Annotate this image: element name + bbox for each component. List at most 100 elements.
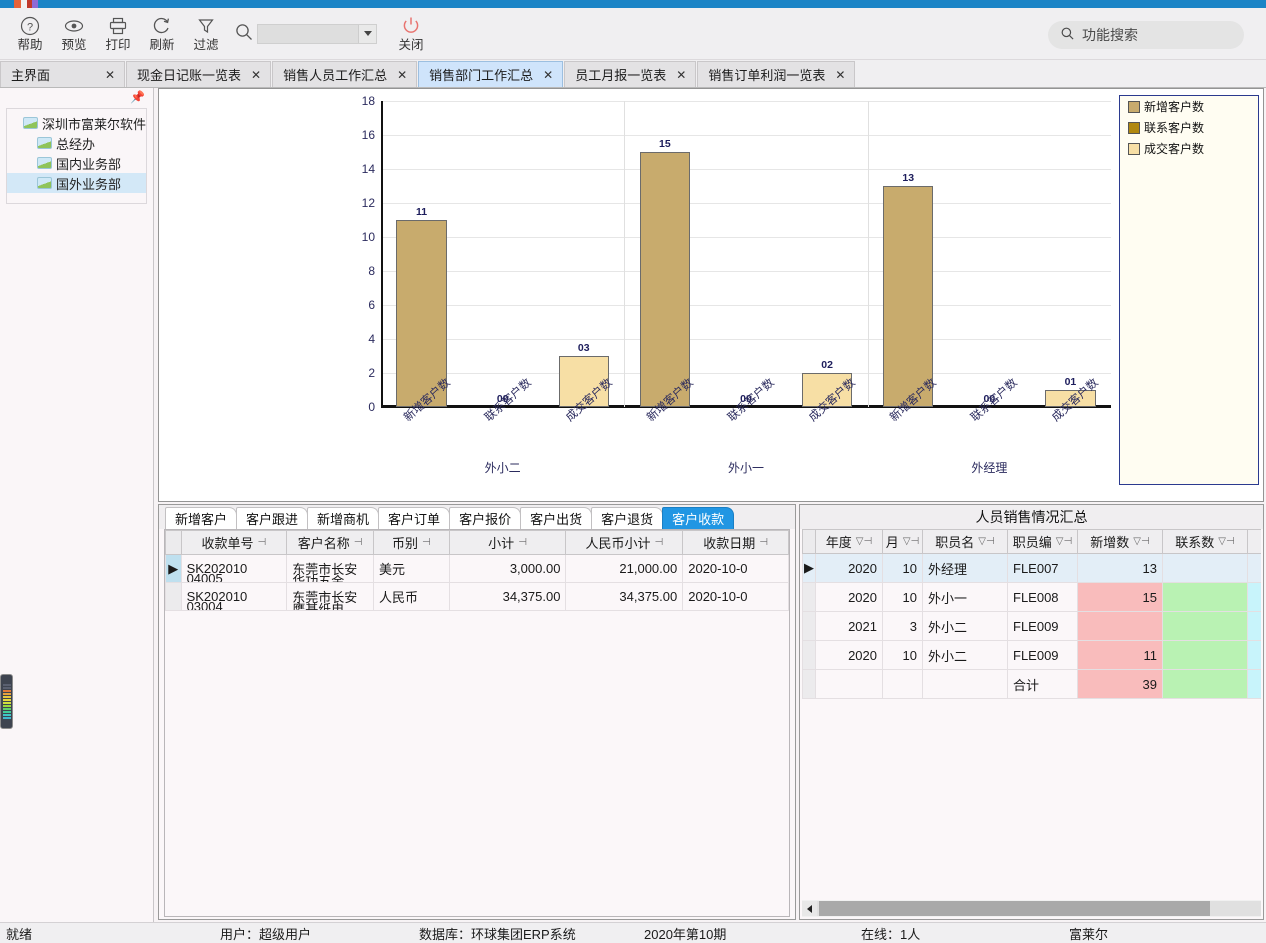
filter-icon[interactable]: ▽⊣: [1218, 536, 1234, 547]
filter-icon[interactable]: ▽⊣: [903, 536, 919, 547]
close-icon[interactable]: ✕: [835, 68, 845, 82]
tab-new-opportunity[interactable]: 新增商机: [307, 507, 380, 529]
help-button[interactable]: ? 帮助: [8, 15, 52, 52]
table-row[interactable]: SK202010 03004 东莞市长安 鹰基纸电 人民币 34,375.00 34…: [165, 582, 789, 611]
tree-node-domestic-business[interactable]: 国内业务部: [7, 153, 146, 173]
col-label: 年度: [825, 535, 852, 550]
chart-bar[interactable]: [639, 152, 691, 407]
filter-icon[interactable]: ▽⊣: [1133, 536, 1149, 547]
row-marker[interactable]: [802, 669, 816, 699]
cell-staff-name: 外小二: [922, 640, 1008, 670]
pane-pin-bar: 📌: [0, 88, 153, 106]
search-icon: [1060, 26, 1075, 44]
close-button[interactable]: 关闭: [389, 15, 433, 52]
tab-customer-shipment[interactable]: 客户出货: [520, 507, 593, 529]
function-search-input[interactable]: 功能搜索: [1048, 21, 1244, 49]
close-icon[interactable]: ✕: [676, 68, 686, 82]
horizontal-scrollbar[interactable]: [802, 900, 1261, 917]
row-marker[interactable]: [802, 611, 816, 641]
window-tab-sales-order-profit[interactable]: 销售订单利润一览表 ✕: [697, 61, 856, 87]
row-marker[interactable]: ▶: [802, 553, 816, 583]
col-staff-name[interactable]: 职员名 ▽⊣: [922, 529, 1008, 554]
filter-icon[interactable]: ⊣: [518, 537, 527, 548]
window-tab-staff-monthly[interactable]: 员工月报一览表 ✕: [564, 61, 697, 87]
filter-icon[interactable]: ▽⊣: [856, 536, 872, 547]
tab-new-customer[interactable]: 新增客户: [165, 507, 238, 529]
pane-resize-handle[interactable]: [0, 674, 13, 729]
window-tab-main[interactable]: 主界面 ✕: [0, 61, 125, 87]
row-marker[interactable]: [802, 640, 816, 670]
table-row[interactable]: 2020 10 外小二 FLE009 11: [802, 640, 1261, 670]
cell-text-line2: 03004: [186, 599, 223, 611]
filter-icon[interactable]: ⊣: [654, 537, 663, 548]
toolbar-search-combo[interactable]: [257, 23, 377, 44]
scrollbar-track[interactable]: [817, 901, 1261, 916]
scrollbar-thumb[interactable]: [819, 901, 1210, 916]
col-customer-name[interactable]: 客户名称 ⊣: [286, 530, 374, 555]
col-label: 职员名: [935, 535, 975, 550]
close-icon[interactable]: ✕: [105, 68, 115, 82]
col-staff-code[interactable]: 职员编 ▽⊣: [1007, 529, 1078, 554]
chart-bar[interactable]: [883, 186, 934, 407]
row-marker[interactable]: [165, 582, 182, 611]
col-label: 小计: [488, 536, 515, 551]
col-currency[interactable]: 币别 ⊣: [373, 530, 450, 555]
close-icon[interactable]: ✕: [397, 68, 407, 82]
y-axis-tick: 2: [368, 366, 375, 380]
col-new-count[interactable]: 新增数 ▽⊣: [1077, 529, 1163, 554]
y-axis-tick: 4: [368, 332, 375, 346]
chart-gridline: [381, 271, 1111, 272]
filter-icon[interactable]: ⊣: [422, 537, 431, 548]
table-row[interactable]: ▶ SK202010 04005 东莞市长安 华功五金 美元 3,000.00 21…: [165, 554, 789, 583]
table-row[interactable]: 2021 3 外小二 FLE009: [802, 611, 1261, 641]
table-row[interactable]: 2020 10 外小一 FLE008 15: [802, 582, 1261, 612]
window-tab-sales-dept-summary[interactable]: 销售部门工作汇总 ✕: [418, 61, 564, 87]
tab-customer-quote[interactable]: 客户报价: [449, 507, 522, 529]
cell-staff-name: 外经理: [922, 553, 1008, 583]
pin-icon[interactable]: 📌: [130, 90, 145, 104]
y-axis-tick: 18: [361, 94, 375, 108]
staff-sales-table-wrapper[interactable]: 年度▽⊣ 月▽⊣ 职员名▽⊣ 职员编▽⊣ 新增数▽⊣ 联系数▽⊣ 成: [802, 529, 1261, 897]
filter-button[interactable]: 过滤: [184, 15, 228, 52]
toolbar-search-group: [234, 22, 377, 45]
chart-bar-value-label: 03: [577, 342, 590, 354]
col-month[interactable]: 月 ▽⊣: [882, 529, 923, 554]
tab-customer-return[interactable]: 客户退货: [591, 507, 664, 529]
tree-node-overseas-business[interactable]: 国外业务部: [7, 173, 146, 193]
close-icon[interactable]: ✕: [543, 68, 553, 82]
col-receipt-date[interactable]: 收款日期 ⊣: [682, 530, 789, 555]
row-marker[interactable]: ▶: [165, 554, 182, 583]
filter-icon[interactable]: ▽⊣: [978, 536, 994, 547]
window-tab-label: 主界面: [11, 68, 51, 83]
tab-label: 客户退货: [601, 512, 654, 527]
filter-icon[interactable]: ⊣: [354, 537, 363, 548]
close-icon[interactable]: ✕: [251, 68, 261, 82]
tab-customer-receipt[interactable]: 客户收款: [662, 507, 735, 529]
col-year[interactable]: 年度 ▽⊣: [815, 529, 883, 554]
table-row-total[interactable]: 合计 39: [802, 669, 1261, 699]
print-button[interactable]: 打印: [96, 15, 140, 52]
tree-node-general-office[interactable]: 总经办: [7, 133, 146, 153]
col-rmb-subtotal[interactable]: 人民币小计 ⊣: [565, 530, 684, 555]
filter-icon[interactable]: ⊣: [759, 537, 768, 548]
row-marker[interactable]: [802, 582, 816, 612]
tree-node-root[interactable]: 深圳市富莱尔软件: [7, 113, 146, 133]
preview-button[interactable]: 预览: [52, 15, 96, 52]
window-tab-sales-staff-summary[interactable]: 销售人员工作汇总 ✕: [272, 61, 418, 87]
chevron-down-icon[interactable]: [358, 24, 376, 43]
refresh-button[interactable]: 刷新: [140, 15, 184, 52]
filter-icon[interactable]: ⊣: [258, 537, 267, 548]
tab-customer-order[interactable]: 客户订单: [378, 507, 451, 529]
window-tab-cash-journal[interactable]: 现金日记账一览表 ✕: [126, 61, 272, 87]
cell-rmb-subtotal: 21,000.00: [565, 554, 684, 583]
cell-year: [815, 669, 883, 699]
receipt-table-wrapper[interactable]: 收款单号⊣ 客户名称⊣ 币别⊣ 小计⊣ 人民币小计⊣ 收款日期⊣ ▶: [164, 529, 790, 917]
scroll-left-icon[interactable]: [802, 901, 817, 916]
tab-customer-followup[interactable]: 客户跟进: [236, 507, 309, 529]
filter-icon[interactable]: ▽⊣: [1056, 536, 1072, 547]
table-row[interactable]: ▶ 2020 10 外经理 FLE007 13: [802, 553, 1261, 583]
col-subtotal[interactable]: 小计 ⊣: [448, 530, 567, 555]
col-contact-count[interactable]: 联系数 ▽⊣: [1162, 529, 1248, 554]
col-receipt-no[interactable]: 收款单号 ⊣: [180, 530, 288, 555]
col-deal-count[interactable]: 成: [1247, 529, 1261, 554]
